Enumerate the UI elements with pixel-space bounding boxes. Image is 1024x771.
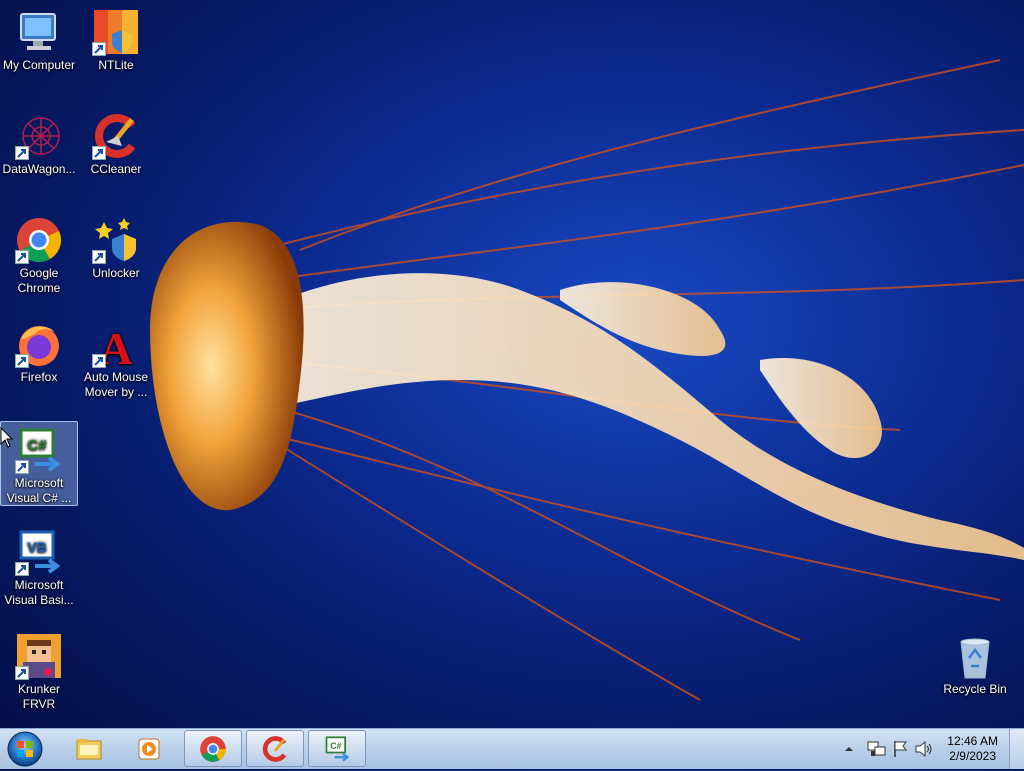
action-center-flag-icon[interactable] <box>892 739 910 759</box>
desktop-icon-my-computer[interactable]: My Computer <box>1 4 77 73</box>
shortcut-arrow-icon <box>15 146 29 160</box>
start-button[interactable] <box>6 730 44 768</box>
shortcut-arrow-icon <box>92 146 106 160</box>
ntlite-icon <box>92 8 140 56</box>
desktop-icon-label: Microsoft Visual C# ... <box>6 476 72 505</box>
show-hidden-icons-arrow-icon[interactable] <box>842 742 856 756</box>
volume-icon[interactable] <box>914 739 934 759</box>
datawagon-icon <box>15 112 63 160</box>
media-player-icon <box>138 738 160 759</box>
shortcut-arrow-icon <box>15 562 29 576</box>
chrome-icon <box>15 216 63 264</box>
desktop-icon-label: Microsoft Visual Basi... <box>4 578 74 607</box>
shortcut-arrow-icon <box>92 354 106 368</box>
desktop-icon-auto-mouse-mover[interactable]: A Auto Mouse Mover by ... <box>78 316 154 400</box>
desktop-icon-google-chrome[interactable]: Google Chrome <box>1 212 77 296</box>
system-tray <box>842 729 934 769</box>
taskbar-media-player-button[interactable] <box>120 730 178 767</box>
clock-date: 2/9/2023 <box>949 749 996 763</box>
taskbar-explorer-button[interactable] <box>60 730 118 767</box>
shortcut-arrow-icon <box>15 666 29 680</box>
krunker-icon <box>15 632 63 680</box>
desktop-icon-label: Auto Mouse Mover by ... <box>83 370 149 399</box>
recycle-bin-icon <box>951 632 999 680</box>
shortcut-arrow-icon <box>92 42 106 56</box>
unlocker-icon <box>92 216 140 264</box>
desktop-icon-label: NTLite <box>98 58 134 72</box>
desktop-icon-recycle-bin[interactable]: Recycle Bin <box>937 628 1013 697</box>
desktop-icon-label: CCleaner <box>90 162 142 176</box>
desktop-icon-visual-basic[interactable]: VB Microsoft Visual Basi... <box>1 524 77 608</box>
chrome-icon <box>200 735 226 762</box>
mouse-cursor-icon <box>0 427 14 448</box>
taskbar: C# 12:46 AM 2/9/2023 <box>0 728 1024 769</box>
desktop-icon-ccleaner[interactable]: CCleaner <box>78 108 154 177</box>
explorer-folder-icon <box>76 738 102 759</box>
visual-csharp-icon: C# <box>325 735 350 762</box>
ccleaner-icon <box>262 735 287 762</box>
desktop-icon-label: Google Chrome <box>17 266 61 295</box>
clock-time: 12:46 AM <box>947 734 998 748</box>
shortcut-arrow-icon <box>15 354 29 368</box>
desktop-icon-label: Firefox <box>20 370 58 384</box>
desktop-icon-unlocker[interactable]: Unlocker <box>78 212 154 281</box>
desktop-icon-label: Krunker FRVR <box>17 682 61 711</box>
visual-csharp-icon: C# <box>15 426 63 474</box>
desktop-icon-label: Recycle Bin <box>943 682 1007 696</box>
windows-start-orb-icon <box>7 731 43 767</box>
desktop-icon-datawagon[interactable]: DataWagon... <box>1 108 77 177</box>
desktop-icon-krunker[interactable]: Krunker FRVR <box>1 628 77 712</box>
desktop-icon-label: Unlocker <box>92 266 140 280</box>
shortcut-arrow-icon <box>92 250 106 264</box>
firefox-icon <box>15 320 63 368</box>
clock[interactable]: 12:46 AM 2/9/2023 <box>947 734 998 764</box>
shortcut-arrow-icon <box>15 250 29 264</box>
desktop-icon-firefox[interactable]: Firefox <box>1 316 77 385</box>
taskbar-chrome-button[interactable] <box>184 730 242 767</box>
desktop-icon-label: My Computer <box>2 58 76 72</box>
network-icon[interactable] <box>866 739 888 759</box>
svg-text:C#: C# <box>330 741 341 751</box>
show-desktop-button[interactable] <box>1009 729 1024 769</box>
svg-text:C#: C# <box>27 437 47 454</box>
desktop-icon-label: DataWagon... <box>2 162 76 176</box>
shortcut-arrow-icon <box>15 460 29 474</box>
visual-basic-icon: VB <box>15 528 63 576</box>
ccleaner-icon <box>92 112 140 160</box>
taskbar-ccleaner-button[interactable] <box>246 730 304 767</box>
svg-text:VB: VB <box>27 539 46 555</box>
auto-mouse-mover-icon: A <box>92 320 140 368</box>
computer-icon <box>15 8 63 56</box>
taskbar-visual-csharp-button[interactable]: C# <box>308 730 366 767</box>
desktop-icon-ntlite[interactable]: NTLite <box>78 4 154 73</box>
